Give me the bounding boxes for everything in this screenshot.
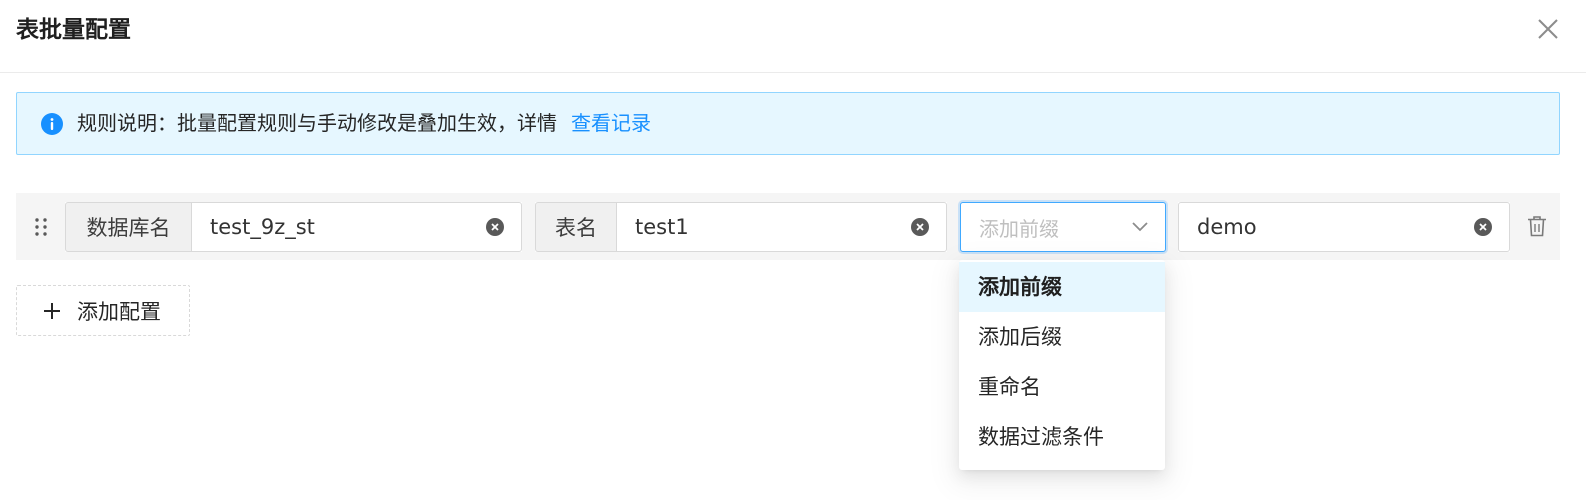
database-input[interactable]: test_9z_st bbox=[191, 202, 522, 252]
option-add-suffix[interactable]: 添加后缀 bbox=[959, 312, 1165, 362]
database-label: 数据库名 bbox=[65, 202, 191, 252]
clear-icon[interactable] bbox=[485, 217, 505, 237]
table-input[interactable]: test1 bbox=[616, 202, 947, 252]
option-rename[interactable]: 重命名 bbox=[959, 362, 1165, 412]
operation-select[interactable]: 添加前缀 bbox=[960, 202, 1166, 252]
info-icon bbox=[41, 113, 63, 135]
view-records-link[interactable]: 查看记录 bbox=[571, 111, 651, 135]
option-add-prefix[interactable]: 添加前缀 bbox=[959, 262, 1165, 312]
operation-placeholder: 添加前缀 bbox=[979, 216, 1059, 241]
operation-value: demo bbox=[1197, 215, 1257, 239]
clear-icon[interactable] bbox=[910, 217, 930, 237]
database-input-group: 数据库名 test_9z_st bbox=[65, 202, 522, 252]
config-row: 数据库名 test_9z_st 表名 test1 添加前缀 demo bbox=[16, 193, 1560, 260]
operation-value-input[interactable]: demo bbox=[1178, 202, 1510, 252]
add-config-label: 添加配置 bbox=[77, 299, 161, 324]
chevron-down-icon bbox=[1132, 222, 1148, 232]
alert-text: 规则说明：批量配置规则与手动修改是叠加生效，详情 查看记录 bbox=[77, 93, 651, 154]
close-icon[interactable] bbox=[1531, 12, 1565, 46]
option-data-filter[interactable]: 数据过滤条件 bbox=[959, 412, 1165, 462]
add-config-button[interactable]: 添加配置 bbox=[16, 285, 190, 336]
operation-dropdown-menu: 添加前缀 添加后缀 重命名 数据过滤条件 bbox=[959, 260, 1165, 470]
drag-handle-icon[interactable] bbox=[33, 216, 49, 238]
operation-value-group: demo bbox=[1178, 202, 1510, 252]
rule-info-alert: 规则说明：批量配置规则与手动修改是叠加生效，详情 查看记录 bbox=[16, 92, 1560, 155]
table-label: 表名 bbox=[535, 202, 616, 252]
database-value: test_9z_st bbox=[210, 215, 315, 239]
clear-icon[interactable] bbox=[1473, 217, 1493, 237]
dialog-header: 表批量配置 bbox=[0, 0, 1586, 73]
delete-icon[interactable] bbox=[1525, 214, 1549, 238]
plus-icon bbox=[44, 302, 60, 319]
alert-message: 规则说明：批量配置规则与手动修改是叠加生效，详情 bbox=[77, 111, 557, 135]
dialog-title: 表批量配置 bbox=[16, 17, 131, 43]
table-value: test1 bbox=[635, 215, 689, 239]
table-input-group: 表名 test1 bbox=[535, 202, 947, 252]
